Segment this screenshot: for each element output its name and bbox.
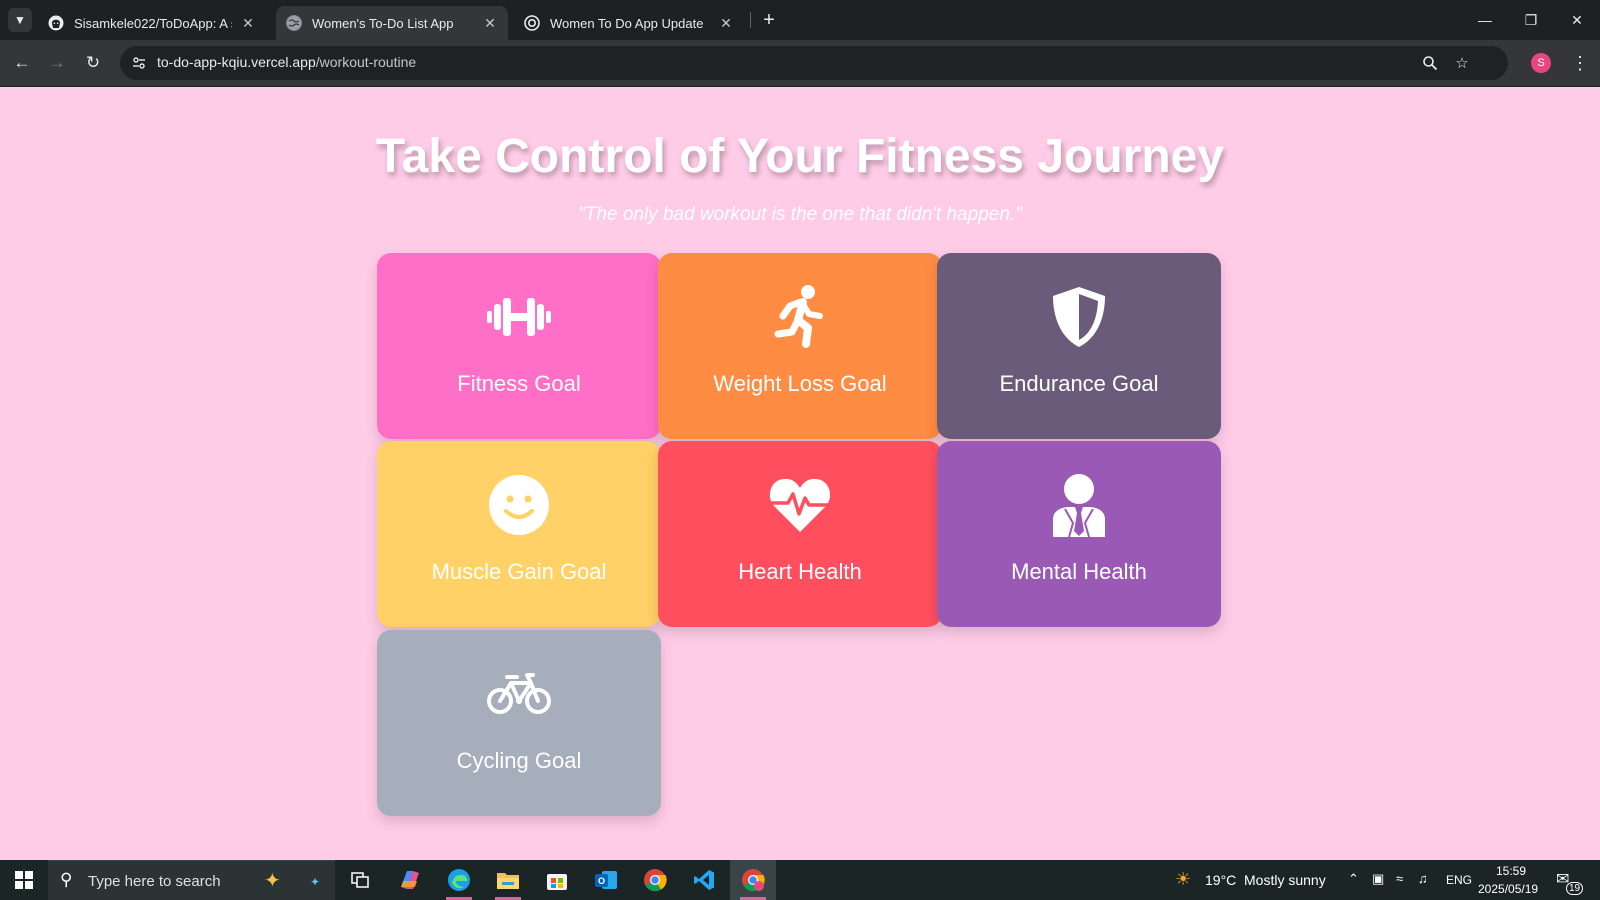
notification-count-badge: 19 xyxy=(1566,882,1584,895)
url-path: /workout-routine xyxy=(315,54,417,70)
close-icon[interactable]: ✕ xyxy=(240,15,256,32)
dumbbell-icon xyxy=(377,285,661,349)
reload-icon[interactable]: ↻ xyxy=(80,50,106,76)
chrome-profile-icon[interactable] xyxy=(730,860,776,900)
outlook-icon[interactable]: O xyxy=(583,860,629,900)
chevron-up-icon[interactable]: ⌃ xyxy=(1348,871,1359,887)
tab-search-button[interactable]: ▼ xyxy=(8,8,32,32)
taskbar-search[interactable]: ⚲ Type here to search ✦ ✦ xyxy=(48,860,335,900)
globe-icon xyxy=(286,15,302,31)
sparkle-icon: ✦ xyxy=(264,870,281,892)
site-settings-icon[interactable] xyxy=(128,52,150,74)
new-tab-button[interactable]: + xyxy=(757,8,781,32)
tab-separator xyxy=(750,12,751,28)
store-icon[interactable] xyxy=(534,860,580,900)
edge-icon[interactable] xyxy=(436,860,482,900)
sparkle-small-icon: ✦ xyxy=(310,875,321,889)
zoom-icon[interactable] xyxy=(1418,51,1442,75)
goal-card-mental-health[interactable]: Mental Health xyxy=(937,441,1221,627)
weather-temperature[interactable]: 19°C xyxy=(1205,872,1236,888)
url-domain: to-do-app-kqiu.vercel.app xyxy=(157,54,316,70)
close-icon[interactable]: ✕ xyxy=(482,15,498,32)
page-title: Take Control of Your Fitness Journey xyxy=(375,130,1225,183)
windows-start-icon[interactable] xyxy=(0,860,48,900)
forward-icon[interactable]: → xyxy=(44,50,70,76)
browser-tab-bar: ▼ Sisamkele022/ToDoApp: A simp ✕ Women's… xyxy=(0,0,1600,40)
openai-icon xyxy=(524,15,540,31)
weather-condition[interactable]: Mostly sunny xyxy=(1244,872,1326,888)
windows-taskbar: ⚲ Type here to search ✦ ✦ O ☀ 19°C Mostl… xyxy=(0,860,1600,900)
goal-card-fitness[interactable]: Fitness Goal xyxy=(377,253,661,439)
tab-title: Sisamkele022/ToDoApp: A simp xyxy=(74,15,232,31)
goal-card-label: Endurance Goal xyxy=(999,371,1159,396)
more-menu-icon[interactable]: ⋮ xyxy=(1568,50,1592,76)
clock-date[interactable]: 2025/05/19 xyxy=(1478,882,1538,896)
goal-card-label: Heart Health xyxy=(738,559,862,584)
chevron-down-icon: ▼ xyxy=(14,13,26,27)
task-view-icon[interactable] xyxy=(337,860,383,900)
search-placeholder: Type here to search xyxy=(88,873,221,890)
goal-card-weight-loss[interactable]: Weight Loss Goal xyxy=(658,253,942,439)
github-icon xyxy=(48,15,64,31)
profile-avatar[interactable]: S xyxy=(1531,53,1551,73)
vscode-icon[interactable] xyxy=(681,860,727,900)
clock-time[interactable]: 15:59 xyxy=(1496,864,1526,878)
goal-card-label: Weight Loss Goal xyxy=(713,371,887,396)
bookmark-star-icon[interactable]: ☆ xyxy=(1450,51,1474,75)
user-tie-icon xyxy=(937,473,1221,537)
close-window-icon[interactable]: ✕ xyxy=(1554,0,1600,40)
goal-card-label: Muscle Gain Goal xyxy=(431,559,607,584)
copilot-icon[interactable] xyxy=(387,860,433,900)
bicycle-icon xyxy=(377,662,661,726)
back-icon[interactable]: ← xyxy=(9,50,35,76)
goal-card-muscle-gain[interactable]: Muscle Gain Goal xyxy=(377,441,661,627)
tab-title: Women's To-Do List App xyxy=(312,15,454,31)
smile-icon xyxy=(377,473,661,537)
volume-icon[interactable]: ♫ xyxy=(1418,871,1428,886)
url-text: to-do-app-kqiu.vercel.app/workout-routin… xyxy=(157,54,416,70)
running-icon xyxy=(658,285,942,349)
goal-card-heart-health[interactable]: Heart Health xyxy=(658,441,942,627)
browser-toolbar: ← → ↻ to-do-app-kqiu.vercel.app/workout-… xyxy=(0,40,1600,87)
search-icon: ⚲ xyxy=(60,870,73,889)
minimize-icon[interactable]: — xyxy=(1462,0,1508,40)
heartbeat-icon xyxy=(658,473,942,537)
weather-sun-icon[interactable]: ☀ xyxy=(1175,869,1191,890)
shield-icon xyxy=(937,285,1221,349)
tab-title: Women To Do App Update xyxy=(550,15,704,31)
language-indicator[interactable]: ENG xyxy=(1446,873,1472,887)
tab-womens-todo[interactable]: Women's To-Do List App ✕ xyxy=(276,6,508,40)
goal-card-label: Cycling Goal xyxy=(456,748,582,773)
goal-card-label: Fitness Goal xyxy=(457,371,581,396)
camera-icon[interactable]: ▣ xyxy=(1372,871,1384,887)
goal-card-endurance[interactable]: Endurance Goal xyxy=(937,253,1221,439)
wifi-icon[interactable]: ≈ xyxy=(1396,871,1403,886)
close-icon[interactable]: ✕ xyxy=(718,15,734,32)
restore-icon[interactable]: ❐ xyxy=(1508,0,1554,40)
tab-github[interactable]: Sisamkele022/ToDoApp: A simp ✕ xyxy=(38,6,266,40)
file-explorer-icon[interactable] xyxy=(485,860,531,900)
tab-women-todo-update[interactable]: Women To Do App Update ✕ xyxy=(514,6,744,40)
goal-card-cycling[interactable]: Cycling Goal xyxy=(377,630,661,816)
motivational-quote: "The only bad workout is the one that di… xyxy=(578,204,1022,225)
workout-routine-page: Take Control of Your Fitness Journey "Th… xyxy=(0,87,1600,860)
goal-card-label: Mental Health xyxy=(1011,559,1147,584)
address-bar[interactable]: to-do-app-kqiu.vercel.app/workout-routin… xyxy=(120,46,1508,80)
chrome-icon[interactable] xyxy=(632,860,678,900)
svg-text:O: O xyxy=(598,876,605,886)
